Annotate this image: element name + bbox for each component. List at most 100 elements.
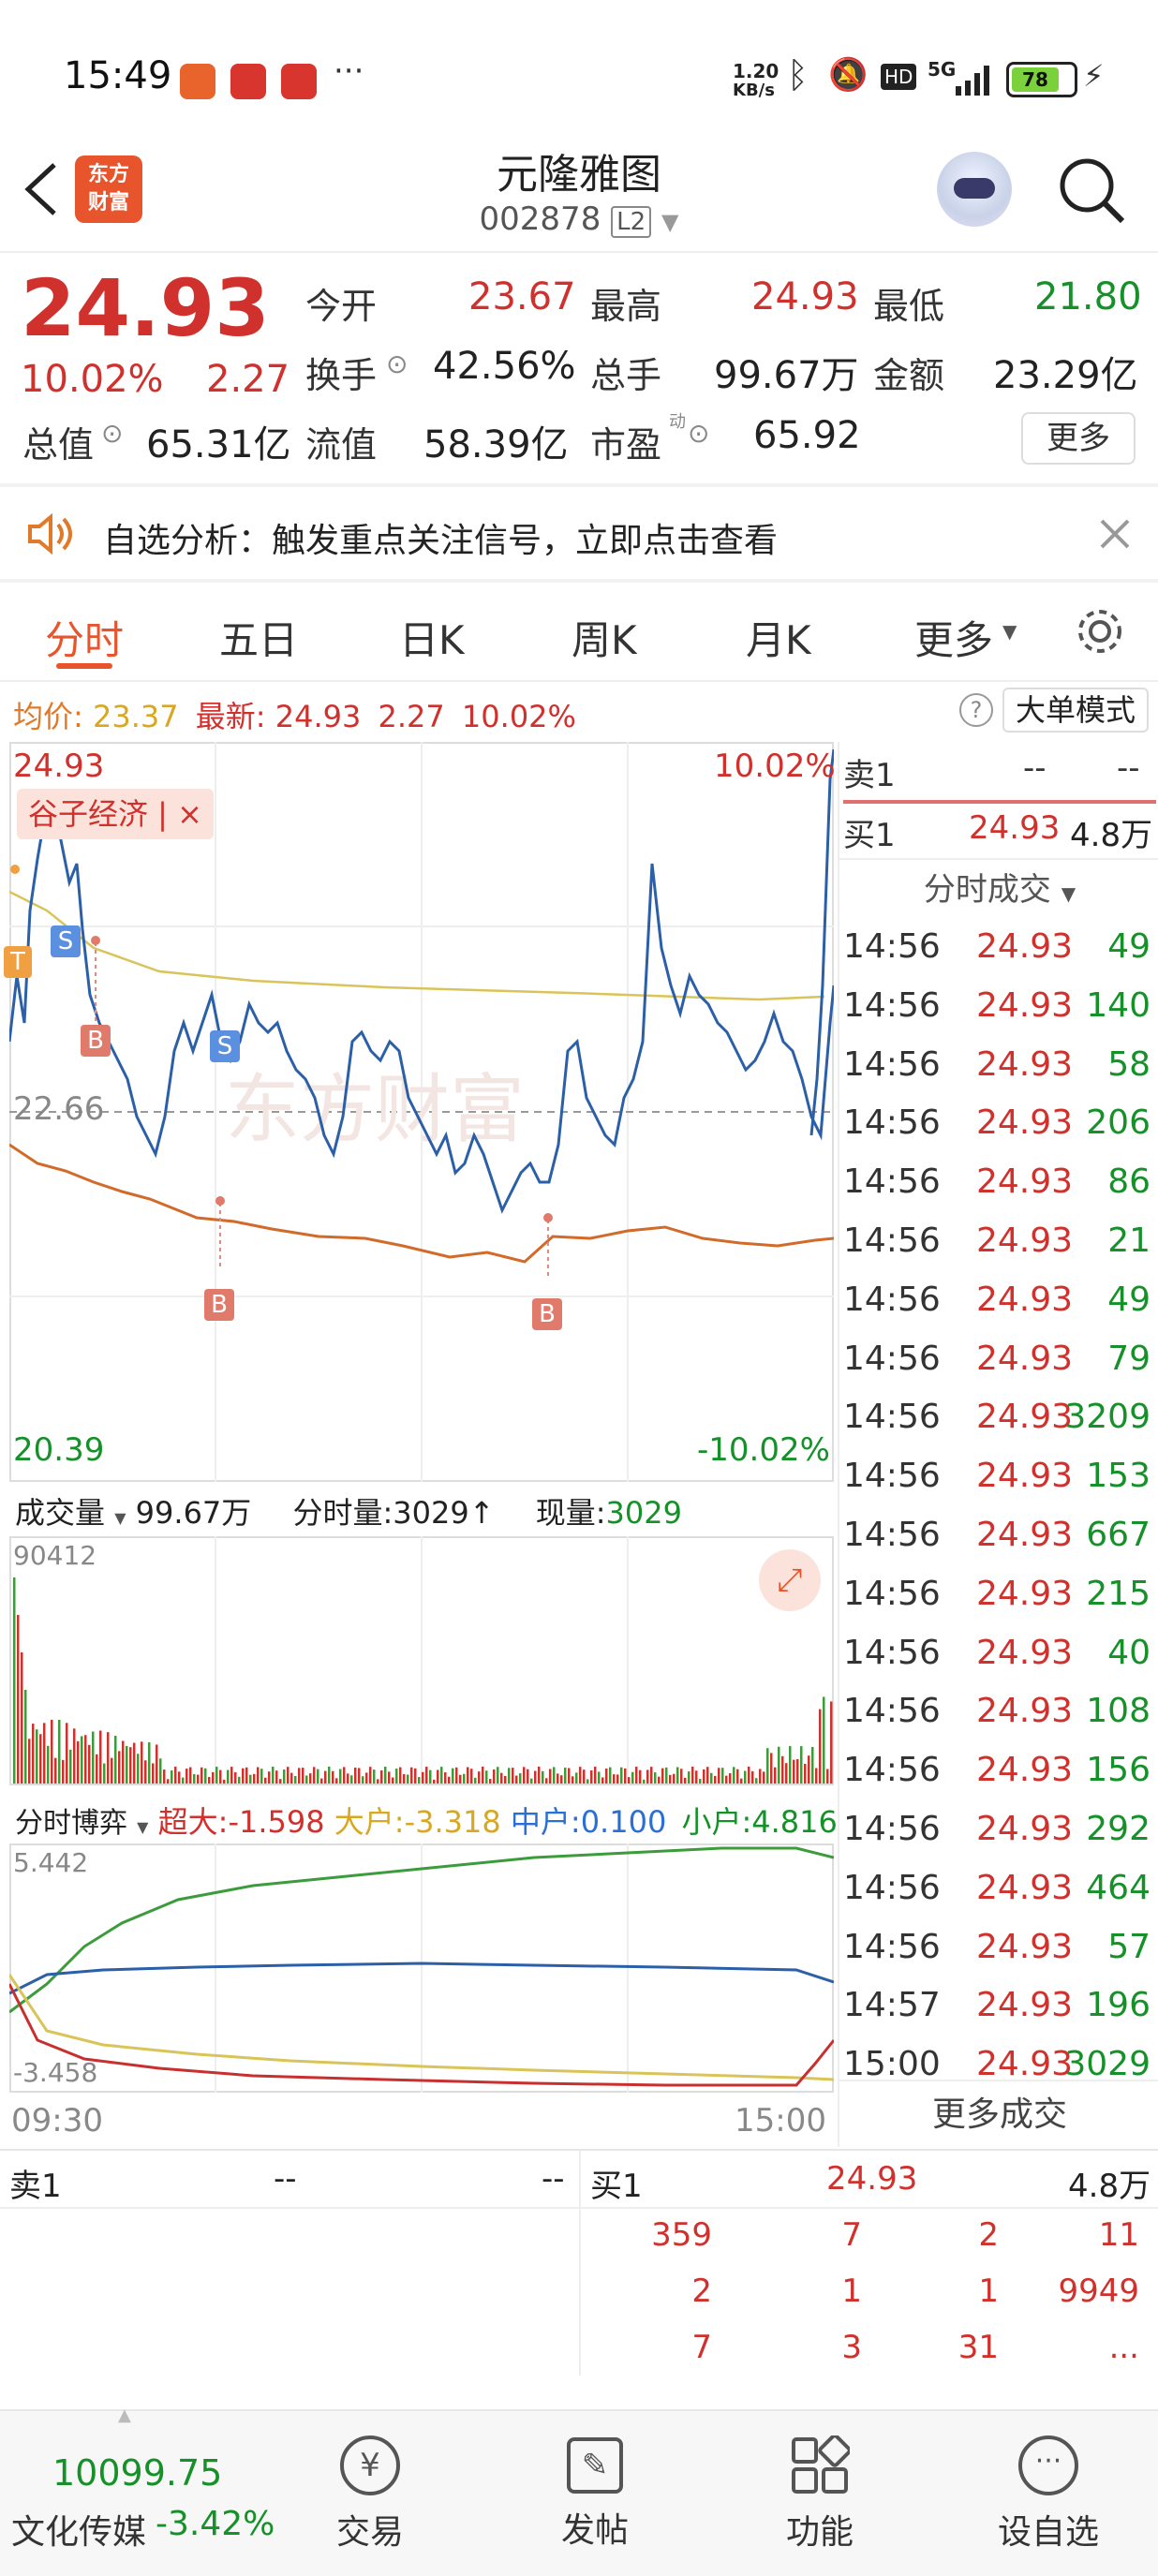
- tick-volume: 292: [1086, 1810, 1151, 1848]
- volume-bar: [77, 1740, 80, 1784]
- bid1-label: 买1: [590, 2168, 643, 2205]
- volume-bar: [781, 1755, 784, 1784]
- tick-row: 14:56 24.93 49: [839, 920, 1154, 978]
- expand-icon[interactable]: ⤢: [759, 1549, 821, 1611]
- ask1-volume: --: [542, 2160, 565, 2198]
- volume-bar: [84, 1735, 87, 1784]
- stock-code: 002878: [479, 200, 601, 238]
- now-volume-label: 现量:: [535, 1495, 606, 1531]
- tick-row: 14:56 24.93 464: [839, 1861, 1154, 1919]
- flow-indicator-select[interactable]: 分时博弈: [15, 1807, 127, 1840]
- robot-avatar-icon[interactable]: [937, 152, 1012, 227]
- amount-label: 金额: [873, 355, 945, 396]
- volume-bar: [343, 1767, 346, 1784]
- ticks-title[interactable]: 分时成交 ▼: [839, 864, 1158, 910]
- tick-price: 24.93: [976, 1457, 1074, 1496]
- volume-bar: [215, 1767, 218, 1784]
- volume-bar: [260, 1769, 263, 1784]
- volume-axis-max: 90412: [13, 1540, 97, 1571]
- volume-bar: [650, 1767, 653, 1784]
- volume-bar: [688, 1771, 690, 1784]
- volume-bar: [47, 1745, 50, 1784]
- volume-bar: [620, 1767, 623, 1784]
- volume-bar: [804, 1763, 807, 1784]
- volume-bar: [212, 1771, 215, 1784]
- pe-label: 市盈: [590, 424, 662, 466]
- more-ticks-button[interactable]: 更多成交: [839, 2087, 1158, 2136]
- volume-bar: [309, 1773, 312, 1784]
- volume-bar: [793, 1759, 795, 1784]
- svg-text:东方财富: 东方财富: [225, 1066, 525, 1153]
- volume-bar: [144, 1760, 147, 1784]
- tab-week-k[interactable]: 周K: [572, 609, 637, 666]
- tab-day-k[interactable]: 日K: [399, 609, 465, 666]
- nav-trade[interactable]: ¥ 交易: [319, 2424, 422, 2565]
- flow-axis-min: -3.458: [13, 2057, 98, 2088]
- buy-marker: B: [204, 1289, 234, 1321]
- volume-bar: [186, 1769, 188, 1784]
- ticks-list[interactable]: 14:56 24.93 49 14:56 24.93 140 14:56 24.93 58 14:…: [839, 920, 1158, 2100]
- volume-bar: [358, 1768, 361, 1784]
- tick-row: 14:56 24.93 140: [839, 979, 1154, 1037]
- volume-bar: [137, 1754, 140, 1784]
- bid1-volume: 4.8万: [1068, 2168, 1151, 2205]
- volume-bar: [575, 1772, 578, 1784]
- index-ticker[interactable]: ▲ 10099.75 文化传媒 -3.42%: [0, 2406, 281, 2576]
- nav-post[interactable]: ✎ 发帖: [543, 2424, 646, 2565]
- tab-five-day[interactable]: 五日: [219, 609, 298, 666]
- active-tab-indicator: [56, 663, 112, 669]
- info-icon[interactable]: ⊙: [386, 348, 408, 379]
- tab-intraday[interactable]: 分时: [45, 609, 124, 666]
- more-button[interactable]: 更多: [1021, 412, 1136, 465]
- volume-bar: [28, 1739, 31, 1784]
- high-value: 24.93: [751, 275, 859, 318]
- volume-bar: [485, 1770, 488, 1784]
- queue-order-size: 9949: [1058, 2273, 1139, 2310]
- tab-month-k[interactable]: 月K: [746, 609, 811, 666]
- volume-bar: [114, 1735, 117, 1784]
- bluetooth-icon: ᛒ: [787, 54, 809, 96]
- volume-bar: [245, 1767, 248, 1784]
- volume-bar: [171, 1770, 173, 1784]
- volume-bar: [467, 1767, 469, 1784]
- help-icon[interactable]: ?: [959, 693, 993, 727]
- flow-small: 小户:4.816: [681, 1804, 838, 1840]
- tick-price: 24.93: [976, 1516, 1074, 1554]
- big-order-mode-button[interactable]: 大单模式: [1002, 688, 1149, 733]
- volume-indicator-select[interactable]: 成交量: [15, 1495, 105, 1531]
- volume-bar: [665, 1767, 668, 1784]
- tick-time: 14:56: [843, 1457, 941, 1496]
- tick-row: 14:56 24.93 3209: [839, 1390, 1154, 1448]
- volume-bar: [118, 1751, 121, 1784]
- volume-bar: [403, 1774, 406, 1784]
- volume-bar: [601, 1777, 604, 1784]
- flow-chart-svg: [7, 1843, 836, 2093]
- tick-row: 14:56 24.93 58: [839, 1038, 1154, 1096]
- info-icon[interactable]: ⊙: [101, 418, 123, 449]
- queue-order-size: ...: [1108, 2329, 1139, 2366]
- ask1-label: 卖1: [843, 757, 896, 794]
- index-up-icon: ▲: [118, 2406, 131, 2425]
- tab-more[interactable]: 更多: [914, 609, 993, 666]
- flow-chart[interactable]: 5.442 -3.458: [7, 1843, 836, 2093]
- volume-bar: [609, 1767, 612, 1784]
- high-label: 最高: [590, 286, 662, 327]
- bid-queue: 359 7 2 11 2 1 1 9949 7 3 31...: [581, 2216, 1158, 2385]
- concept-tag[interactable]: 谷子经济 | ×: [17, 789, 214, 839]
- close-icon[interactable]: [1098, 517, 1132, 551]
- volume-chart[interactable]: 90412 ⤢: [9, 1536, 837, 1785]
- search-icon[interactable]: [1057, 155, 1128, 227]
- tick-time: 14:56: [843, 927, 941, 966]
- gear-icon[interactable]: [1074, 605, 1126, 658]
- nav-function[interactable]: 功能: [768, 2424, 871, 2565]
- info-icon[interactable]: ⊙: [688, 418, 709, 449]
- volume-bar: [208, 1776, 211, 1784]
- tick-time: 14:56: [843, 1221, 941, 1260]
- nav-watchlist[interactable]: ··· 设自选: [987, 2424, 1109, 2565]
- price-chart[interactable]: 东方财富 24.93 10.02% 22.66 20.39 -10.02% 谷子…: [4, 742, 836, 1482]
- tick-time: 14:56: [843, 1398, 941, 1437]
- tick-time: 14:56: [843, 1810, 941, 1848]
- queue-order-size: 7: [691, 2329, 712, 2366]
- volume-bar: [107, 1732, 110, 1784]
- tick-volume: 108: [1086, 1692, 1151, 1731]
